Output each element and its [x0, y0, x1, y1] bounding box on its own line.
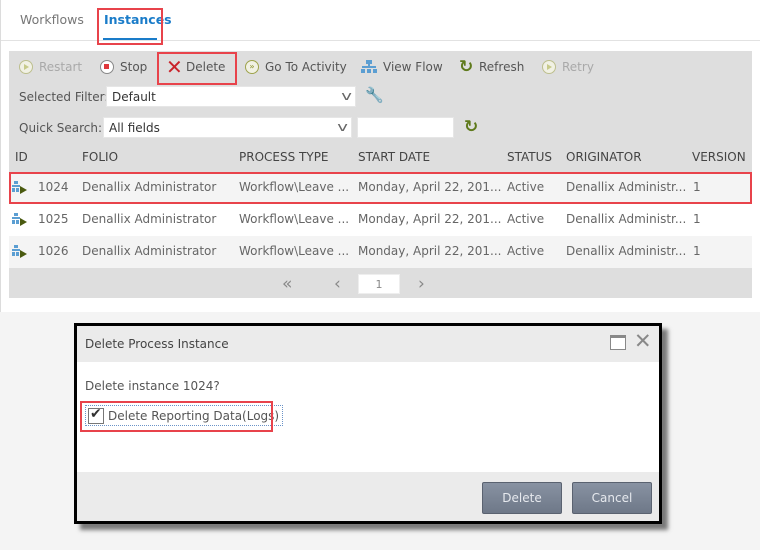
cell-process-type: Workflow\Leave ... [239, 244, 350, 258]
stop-icon [100, 60, 114, 74]
retry-button[interactable]: Retry [542, 58, 594, 76]
cell-folio: Denallix Administrator [82, 244, 217, 258]
cell-status: Active [507, 244, 545, 258]
cell-originator: Denallix Administr... [566, 212, 687, 226]
wrench-icon[interactable]: 🔧 [365, 86, 384, 104]
next-page-button[interactable]: › [418, 274, 425, 294]
column-header-id[interactable]: ID [15, 150, 28, 164]
play-circle-icon [19, 60, 33, 74]
cell-id: 1026 [38, 244, 69, 258]
view-flow-button[interactable]: View Flow [361, 58, 443, 76]
maximize-icon[interactable] [610, 335, 626, 350]
refresh-icon: ↻ [459, 57, 474, 77]
chevron-down-icon: v [337, 120, 348, 134]
dialog-delete-button[interactable]: Delete [482, 482, 562, 514]
go-to-activity-label: Go To Activity [265, 60, 347, 74]
annotation-highlight-checkbox [80, 401, 273, 432]
restart-button[interactable]: Restart [19, 58, 82, 76]
tab-workflows[interactable]: Workflows [20, 12, 84, 27]
annotation-highlight-delete-button [157, 52, 237, 85]
dialog-cancel-button[interactable]: Cancel [572, 482, 652, 514]
quick-search-field-value: All fields [109, 121, 160, 135]
first-page-button[interactable]: « [282, 274, 292, 294]
cell-version: 1 [693, 244, 701, 258]
cell-folio: Denallix Administrator [82, 212, 217, 226]
retry-label: Retry [562, 60, 594, 74]
stop-button[interactable]: Stop [100, 58, 147, 76]
table-row[interactable]: 1026 Denallix Administrator Workflow\Lea… [9, 236, 752, 268]
toolbar: Restart Stop ✕ Delete » Go To Activity V… [9, 51, 752, 83]
cell-version: 1 [693, 212, 701, 226]
column-header-process-type[interactable]: PROCESS TYPE [239, 150, 329, 164]
quick-search-refresh-icon[interactable]: ↻ [464, 117, 478, 137]
annotation-highlight-selected-row [9, 172, 752, 204]
grid-header: ID FOLIO PROCESS TYPE START DATE STATUS … [9, 143, 752, 172]
quick-search-field-dropdown[interactable]: All fields v [103, 117, 352, 138]
quick-search-input[interactable] [357, 117, 454, 138]
instances-page: Workflows Instances Restart Stop ✕ Delet… [0, 0, 760, 312]
cell-start-date: Monday, April 22, 201... [358, 244, 502, 258]
dialog-title: Delete Process Instance [85, 337, 229, 351]
selected-filter-label: Selected Filter: [19, 90, 109, 104]
column-header-start-date[interactable]: START DATE [358, 150, 430, 164]
stop-label: Stop [120, 60, 148, 74]
restart-label: Restart [39, 60, 83, 74]
column-header-originator[interactable]: ORIGINATOR [566, 150, 642, 164]
workflow-instance-icon [12, 245, 30, 259]
selected-filter-dropdown[interactable]: Default v [106, 86, 356, 107]
dialog-footer: Delete Cancel [77, 472, 659, 521]
dialog-message: Delete instance 1024? [85, 379, 220, 393]
cell-originator: Denallix Administr... [566, 244, 687, 258]
column-header-version[interactable]: VERSION [692, 150, 746, 164]
cell-status: Active [507, 212, 545, 226]
cell-start-date: Monday, April 22, 201... [358, 212, 502, 226]
delete-process-instance-dialog: Delete Process Instance ✕ Delete instanc… [74, 323, 662, 524]
chevron-down-icon: v [341, 89, 352, 103]
cell-id: 1025 [38, 212, 69, 226]
fast-forward-icon: » [245, 60, 259, 74]
page-number-input[interactable]: 1 [358, 274, 400, 294]
go-to-activity-button[interactable]: » Go To Activity [245, 58, 347, 76]
annotation-highlight-instances-tab [97, 8, 163, 45]
previous-page-button[interactable]: ‹ [334, 274, 341, 294]
workflow-instance-icon [12, 213, 30, 227]
quick-search-label: Quick Search: [19, 121, 103, 135]
view-flow-label: View Flow [383, 60, 443, 74]
pager: « ‹ 1 › [9, 270, 752, 298]
refresh-label: Refresh [479, 60, 525, 74]
refresh-button[interactable]: ↻ Refresh [459, 58, 524, 76]
dialog-title-bar: Delete Process Instance ✕ [77, 326, 659, 362]
table-row[interactable]: 1025 Denallix Administrator Workflow\Lea… [9, 204, 752, 236]
retry-play-icon [542, 60, 556, 74]
selected-filter-value: Default [112, 90, 156, 104]
close-icon[interactable]: ✕ [634, 329, 652, 353]
column-header-status[interactable]: STATUS [507, 150, 552, 164]
flow-diagram-icon [361, 60, 377, 74]
cell-process-type: Workflow\Leave ... [239, 212, 350, 226]
column-header-folio[interactable]: FOLIO [82, 150, 118, 164]
